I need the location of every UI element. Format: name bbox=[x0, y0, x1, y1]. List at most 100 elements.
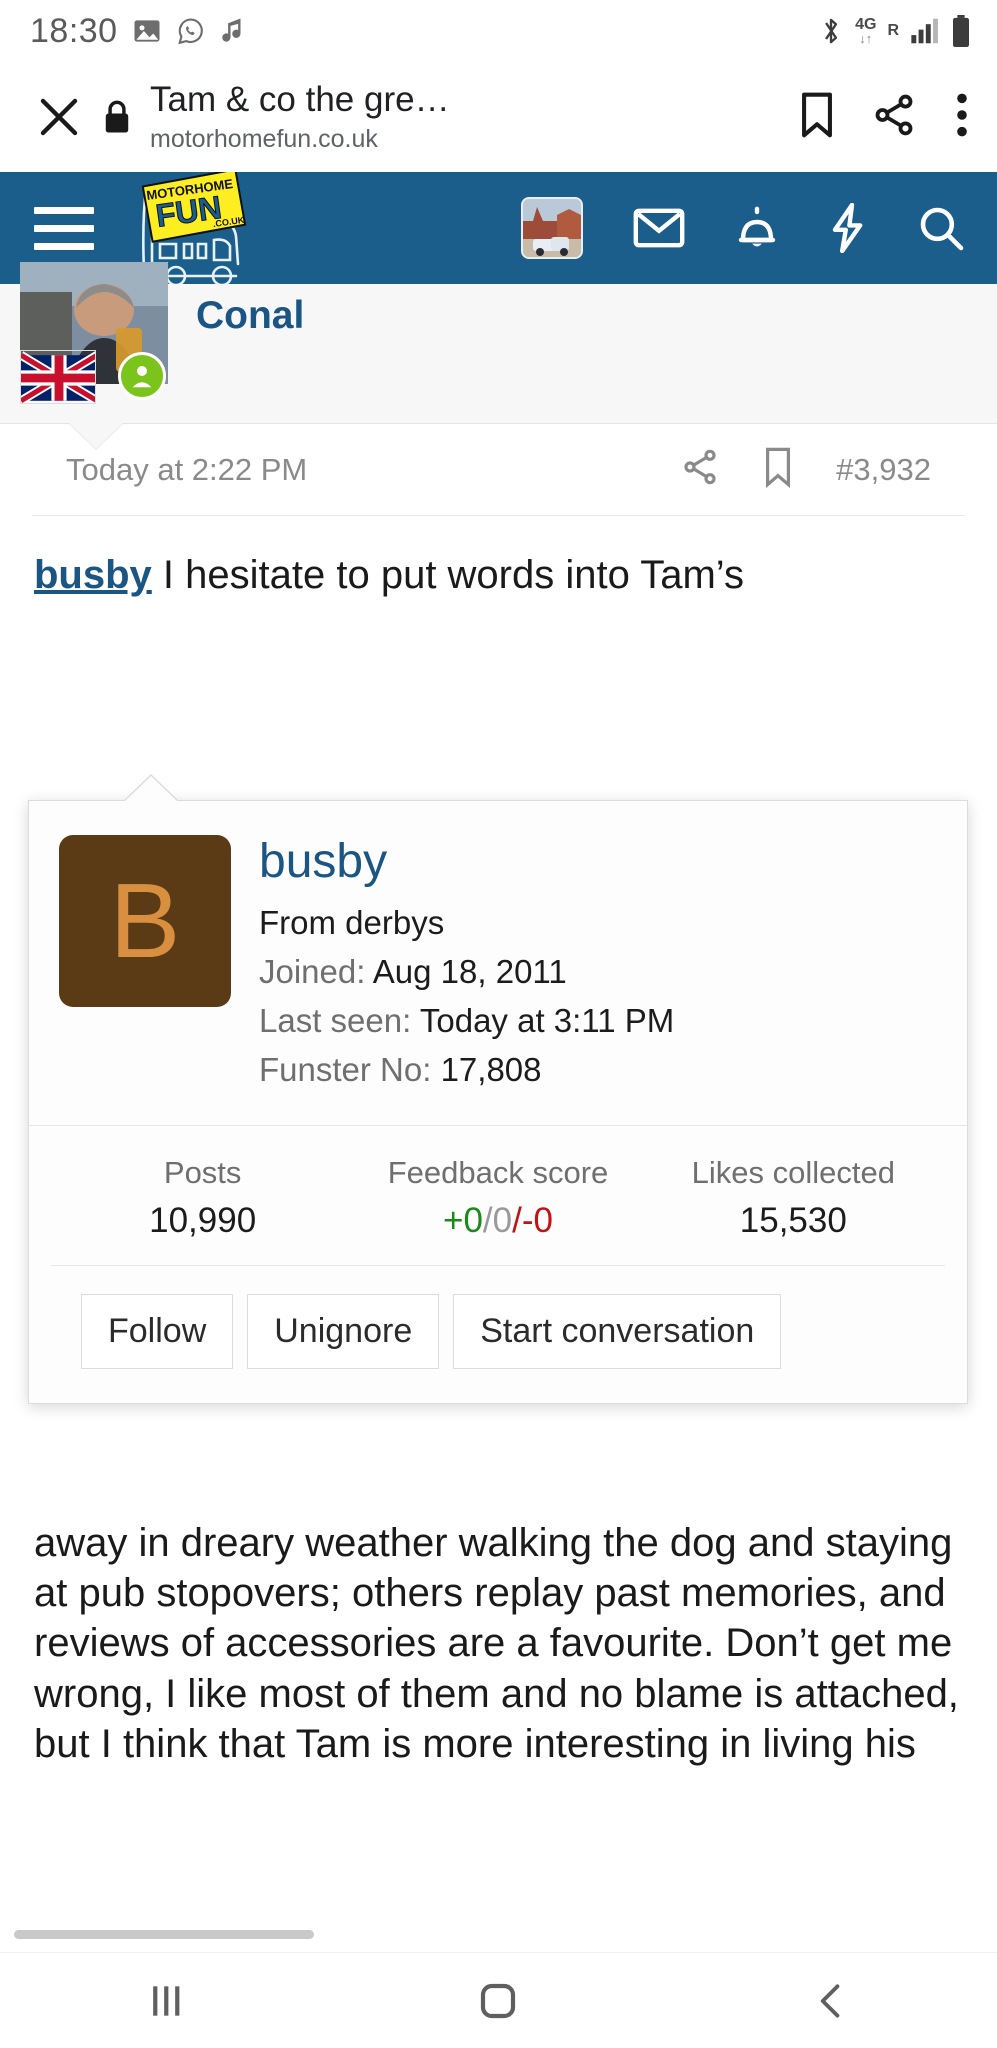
feedback-neutral: /0 bbox=[482, 1200, 513, 1240]
profile-joined-label: Joined: bbox=[259, 953, 366, 991]
recents-icon bbox=[153, 1985, 180, 2016]
bluetooth-icon bbox=[818, 15, 844, 47]
whatsapp-icon bbox=[176, 16, 206, 46]
menu-icon-bar bbox=[34, 242, 94, 250]
search-button[interactable] bbox=[917, 204, 965, 252]
battery-icon bbox=[951, 15, 971, 47]
post-actions: #3,932 bbox=[680, 446, 931, 493]
stat-label: Posts bbox=[163, 1154, 242, 1190]
search-icon bbox=[920, 207, 964, 251]
profile-joined: Joined: Aug 18, 2011 bbox=[259, 948, 937, 997]
menu-button[interactable] bbox=[26, 206, 104, 250]
post-body-continued: away in dreary weather walking the dog a… bbox=[34, 1521, 959, 1766]
screen: 18:30 4G ↓↑ R Tam & co the gre… motorhom… bbox=[0, 0, 997, 2048]
profile-last-seen-value: Today at 3:11 PM bbox=[419, 1002, 675, 1040]
home-icon bbox=[481, 1983, 516, 2018]
post-body-text: I hesitate to put words into Tam’s bbox=[151, 553, 744, 597]
bookmark-icon bbox=[766, 447, 791, 489]
profile-username[interactable]: busby bbox=[259, 836, 937, 887]
post-bookmark-button[interactable] bbox=[762, 446, 794, 493]
avatar-thumbnail-icon bbox=[523, 199, 581, 257]
profile-last-seen-label: Last seen: bbox=[259, 1002, 412, 1040]
more-vert-icon bbox=[957, 93, 967, 136]
poster-username[interactable]: Conal bbox=[196, 294, 304, 338]
browser-toolbar: Tam & co the gre… motorhomefun.co.uk bbox=[0, 62, 997, 172]
android-navigation-bar bbox=[0, 1952, 997, 2048]
post-share-button[interactable] bbox=[680, 447, 720, 492]
clock: 18:30 bbox=[30, 11, 118, 50]
stat-value: 10,990 bbox=[149, 1200, 257, 1240]
lightning-bolt-icon bbox=[832, 203, 863, 253]
close-icon bbox=[40, 98, 78, 136]
whats-new-button[interactable] bbox=[829, 203, 867, 253]
close-button[interactable] bbox=[28, 93, 90, 141]
roaming-icon: R bbox=[887, 22, 899, 39]
profile-actions: Follow Unignore Start conversation bbox=[51, 1265, 945, 1403]
alerts-button[interactable] bbox=[735, 204, 779, 252]
profile-funster-no: Funster No: 17,808 bbox=[259, 1046, 937, 1095]
bookmark-icon bbox=[802, 92, 832, 137]
bookmark-button[interactable] bbox=[797, 91, 837, 144]
union-jack-icon bbox=[21, 351, 95, 403]
page-title: Tam & co the gre… bbox=[150, 80, 450, 120]
share-icon bbox=[875, 94, 913, 135]
user-online-icon bbox=[132, 366, 152, 388]
stat-value: +0/0/-0 bbox=[350, 1198, 645, 1244]
stat-label: Feedback score bbox=[387, 1154, 609, 1190]
inbox-button[interactable] bbox=[633, 208, 685, 248]
site-security-button[interactable] bbox=[90, 98, 144, 136]
profile-last-seen: Last seen: Today at 3:11 PM bbox=[259, 997, 937, 1046]
share-icon bbox=[684, 449, 716, 485]
profile-card-header: B busby From derbys Joined: Aug 18, 2011… bbox=[29, 801, 967, 1125]
profile-joined-value: Aug 18, 2011 bbox=[372, 953, 567, 991]
site-nav-icons bbox=[521, 197, 979, 259]
browser-actions bbox=[777, 91, 973, 144]
menu-icon-bar bbox=[34, 224, 94, 232]
more-options-button[interactable] bbox=[951, 91, 973, 144]
status-bar-right: 4G ↓↑ R bbox=[818, 15, 971, 47]
online-status-badge bbox=[118, 352, 166, 400]
omnibox[interactable]: Tam & co the gre… motorhomefun.co.uk bbox=[144, 80, 777, 153]
recents-button[interactable] bbox=[96, 1979, 236, 2023]
envelope-icon bbox=[633, 208, 685, 248]
horizontal-scrollbar[interactable] bbox=[14, 1930, 314, 1939]
user-mention-link[interactable]: busby bbox=[34, 553, 152, 597]
start-conversation-button[interactable]: Start conversation bbox=[453, 1294, 782, 1370]
post-meta-row: Today at 2:22 PM #3,932 bbox=[32, 424, 965, 516]
android-status-bar: 18:30 4G ↓↑ R bbox=[0, 0, 997, 62]
post-timestamp[interactable]: Today at 2:22 PM bbox=[66, 452, 307, 488]
post-header-tail bbox=[68, 422, 124, 449]
follow-button[interactable]: Follow bbox=[81, 1294, 234, 1370]
stat-feedback-score: Feedback score +0/0/-0 bbox=[350, 1152, 645, 1243]
post-body: busby I hesitate to put words into Tam’s bbox=[0, 516, 997, 601]
music-note-icon bbox=[220, 16, 246, 46]
profile-location: From derbys bbox=[259, 904, 445, 942]
lock-icon bbox=[105, 100, 129, 133]
page-url: motorhomefun.co.uk bbox=[150, 124, 378, 153]
back-button[interactable] bbox=[761, 1979, 901, 2023]
4g-icon: 4G ↓↑ bbox=[855, 16, 877, 46]
home-button[interactable] bbox=[428, 1977, 568, 2025]
image-icon bbox=[132, 16, 162, 46]
feedback-positive: +0 bbox=[443, 1200, 483, 1240]
bell-icon bbox=[738, 206, 776, 247]
country-flag-badge bbox=[20, 350, 96, 404]
post-header: Conal bbox=[0, 262, 997, 449]
profile-stats: Posts 10,990 Feedback score +0/0/-0 Like… bbox=[29, 1124, 967, 1265]
unignore-button[interactable]: Unignore bbox=[247, 1294, 440, 1370]
user-avatar[interactable] bbox=[521, 197, 583, 259]
profile-details: busby From derbys Joined: Aug 18, 2011 L… bbox=[259, 835, 937, 1095]
profile-hover-card: B busby From derbys Joined: Aug 18, 2011… bbox=[28, 774, 968, 1405]
menu-icon-bar bbox=[34, 206, 94, 214]
stat-posts: Posts 10,990 bbox=[55, 1152, 350, 1243]
share-button[interactable] bbox=[871, 92, 917, 143]
stat-label: Likes collected bbox=[691, 1154, 895, 1190]
profile-card-tail bbox=[124, 774, 178, 801]
profile-funster-label: Funster No: bbox=[259, 1050, 432, 1088]
profile-avatar[interactable]: B bbox=[59, 835, 231, 1007]
post-number[interactable]: #3,932 bbox=[836, 452, 931, 488]
stat-likes-collected: Likes collected 15,530 bbox=[646, 1152, 941, 1243]
profile-funster-value: 17,808 bbox=[440, 1050, 542, 1088]
back-icon bbox=[820, 1983, 840, 2018]
status-bar-left: 18:30 bbox=[30, 12, 246, 51]
